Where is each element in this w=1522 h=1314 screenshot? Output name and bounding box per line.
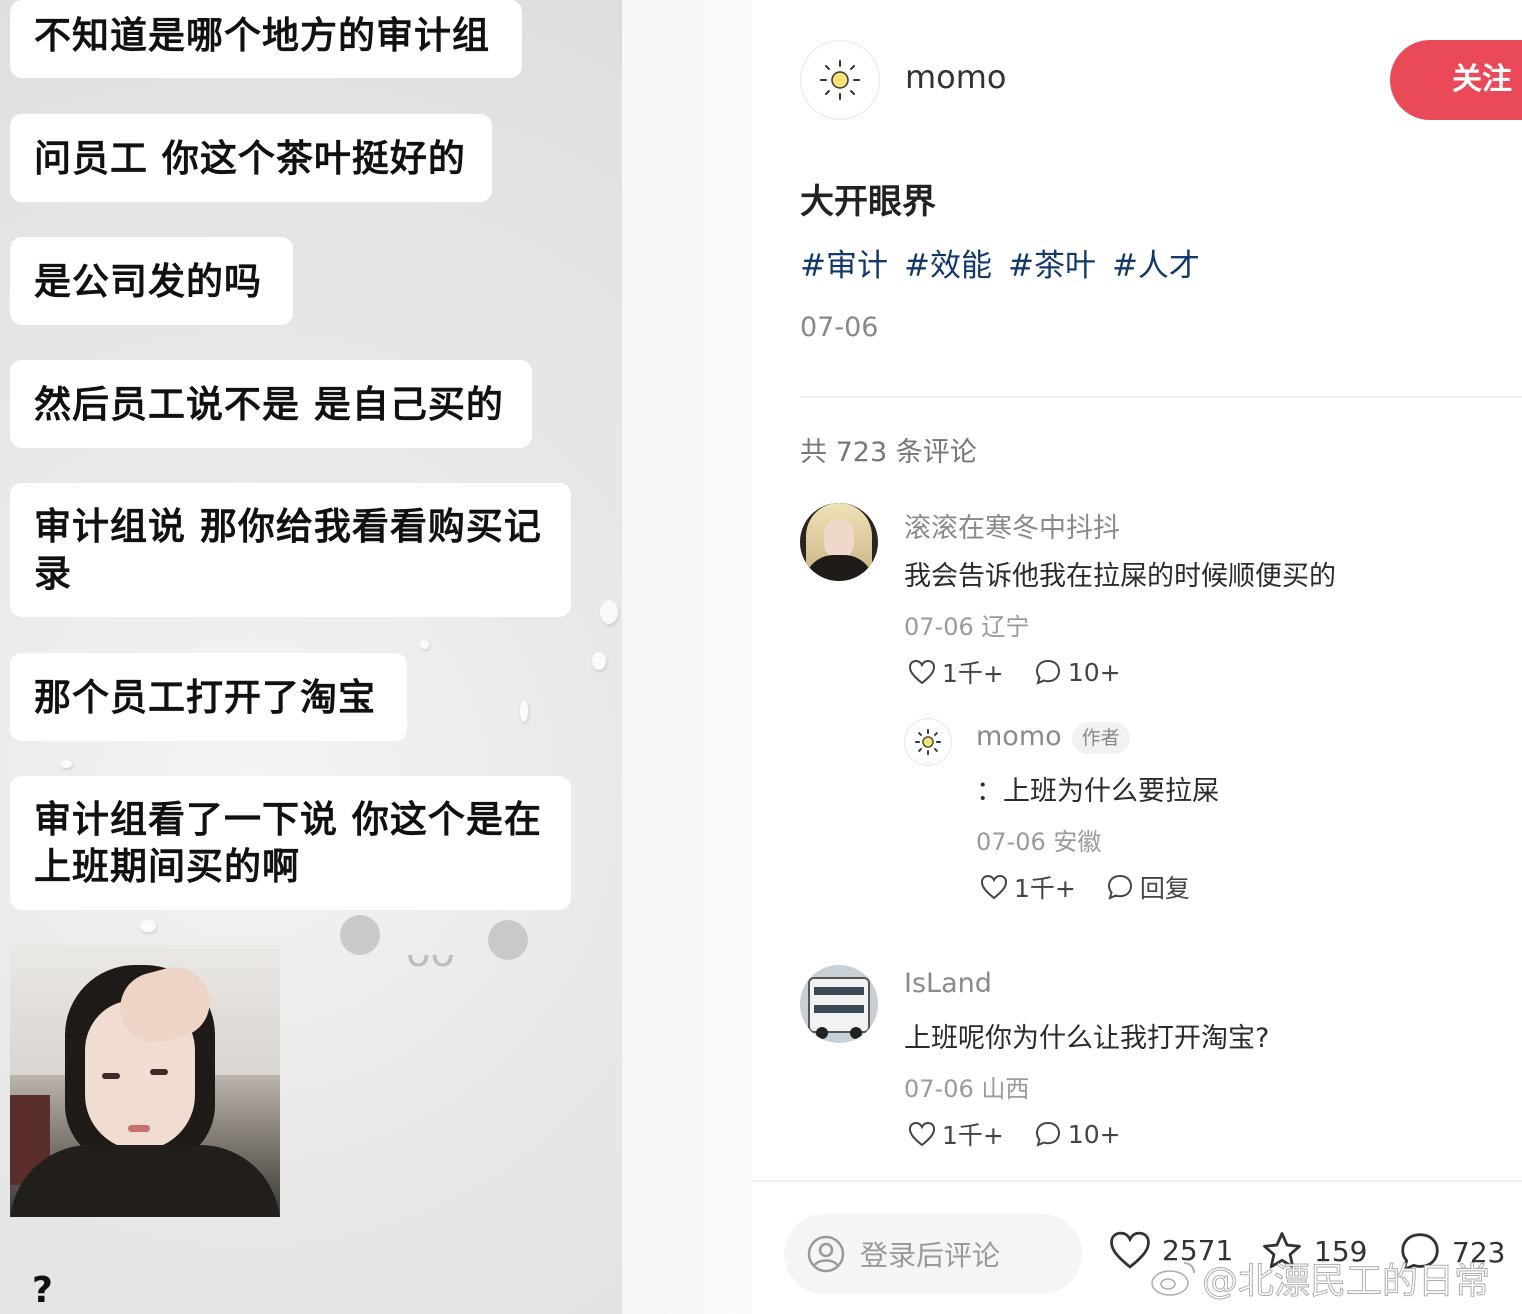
reply-text: ：上班为什么要拉屎 <box>976 776 1219 807</box>
commenter-name[interactable]: IsLand <box>904 968 992 999</box>
water-drop <box>140 920 156 932</box>
chat-bubble: 审计组说 那你给我看看购买记录 <box>10 483 571 617</box>
author-name[interactable]: momo <box>905 58 1007 96</box>
comment-bubble-icon <box>1035 1121 1060 1147</box>
comment-count: 共 723 条评论 <box>800 437 977 468</box>
water-drop <box>600 600 618 624</box>
reply-actions: 1千+ 回复 <box>980 869 1220 905</box>
watermark-text: @北漂民工的日常 <box>1201 1261 1491 1303</box>
water-drop <box>60 760 72 768</box>
like-count: 1千+ <box>1014 874 1076 903</box>
reply-count: 10+ <box>1067 657 1121 687</box>
cat-mouth: ᴗᴗ <box>406 930 455 976</box>
chat-bubble: 审计组看了一下说 你这个是在上班期间买的啊 <box>10 776 571 910</box>
post-detail-panel: momo 关注 大开眼界 #审计 #效能 #茶叶 #人才 07-06 共 723… <box>752 0 1522 1314</box>
like-button[interactable]: 1千+ <box>908 654 1004 690</box>
reply-meta: 07-06 安徽 <box>976 828 1102 856</box>
background-strip <box>622 0 752 1314</box>
comment-meta: 07-06 辽宁 <box>904 613 1030 641</box>
follow-button[interactable]: 关注 <box>1390 40 1522 120</box>
comment-actions: 1千+ 10+ <box>908 654 1151 690</box>
like-button[interactable]: 1千+ <box>980 869 1076 905</box>
post-tags: #审计 #效能 #茶叶 #人才 <box>800 240 1200 285</box>
post-title: 大开眼界 <box>800 182 936 222</box>
reply-author-name[interactable]: momo <box>976 721 1062 752</box>
cat-eye <box>340 915 380 955</box>
divider <box>800 396 1522 398</box>
reply-author-avatar[interactable] <box>904 718 952 766</box>
reply-count-button[interactable]: 10+ <box>1034 658 1121 687</box>
tag-link[interactable]: #茶叶 <box>1008 240 1096 285</box>
weibo-logo-icon <box>1151 1262 1195 1296</box>
like-button[interactable]: 1千+ <box>908 1116 1004 1152</box>
tag-link[interactable]: #效能 <box>904 240 992 285</box>
cat-eye <box>488 920 528 960</box>
reaction-sticker-photo <box>10 945 280 1217</box>
comment-bubble-icon <box>1035 659 1060 685</box>
chat-bubble-last: ? <box>32 1270 53 1311</box>
author-badge: 作者 <box>1071 721 1130 754</box>
divider <box>752 1180 1522 1182</box>
like-count: 1千+ <box>942 659 1004 688</box>
chat-bubble: 然后员工说不是 是自己买的 <box>10 360 532 448</box>
water-drop <box>592 652 606 670</box>
chat-screenshot: ᴗᴗ 不知道是哪个地方的审计组 问员工 你这个茶叶挺好的 是公司发的吗 然后员工… <box>0 0 752 1314</box>
reply-button[interactable]: 回复 <box>1106 869 1190 905</box>
reply-label: 回复 <box>1139 874 1190 903</box>
comment-text: 上班呢你为什么让我打开淘宝? <box>904 1023 1270 1054</box>
heart-icon <box>908 1121 936 1147</box>
heart-icon <box>908 659 936 685</box>
commenter-avatar[interactable] <box>800 965 878 1043</box>
sun-icon <box>914 728 942 756</box>
comment-input[interactable]: 登录后评论 <box>784 1214 1082 1294</box>
water-drop <box>420 640 429 649</box>
commenter-name[interactable]: 滚滚在寒冬中抖抖 <box>904 506 1120 545</box>
commenter-avatar[interactable] <box>800 503 878 581</box>
chat-bubble: 那个员工打开了淘宝 <box>10 653 407 741</box>
heart-icon <box>1110 1231 1150 1269</box>
tag-link[interactable]: #审计 <box>800 240 888 285</box>
chat-bubble: 是公司发的吗 <box>10 237 293 325</box>
chat-bubble: 不知道是哪个地方的审计组 <box>10 0 522 78</box>
water-drop <box>520 700 528 722</box>
comment-meta: 07-06 山西 <box>904 1075 1030 1103</box>
watermark: @北漂民工的日常 <box>1150 1252 1491 1304</box>
tag-link[interactable]: #人才 <box>1112 240 1200 285</box>
author-avatar[interactable] <box>800 40 880 120</box>
heart-icon <box>980 874 1008 900</box>
chat-bubble: 问员工 你这个茶叶挺好的 <box>10 114 492 202</box>
comment-input-placeholder: 登录后评论 <box>860 1239 1001 1272</box>
reply-author-row: momo 作者 <box>976 721 1130 754</box>
comment-bubble-icon <box>1107 874 1132 900</box>
sun-icon <box>820 60 860 100</box>
like-count: 1千+ <box>942 1121 1004 1150</box>
reply-count-button[interactable]: 10+ <box>1034 1120 1121 1149</box>
reply-count: 10+ <box>1067 1119 1121 1149</box>
comment-text: 我会告诉他我在拉屎的时候顺便买的 <box>904 561 1336 592</box>
user-icon <box>807 1235 845 1273</box>
comment-actions: 1千+ 10+ <box>908 1116 1151 1152</box>
post-date: 07-06 <box>800 312 879 343</box>
